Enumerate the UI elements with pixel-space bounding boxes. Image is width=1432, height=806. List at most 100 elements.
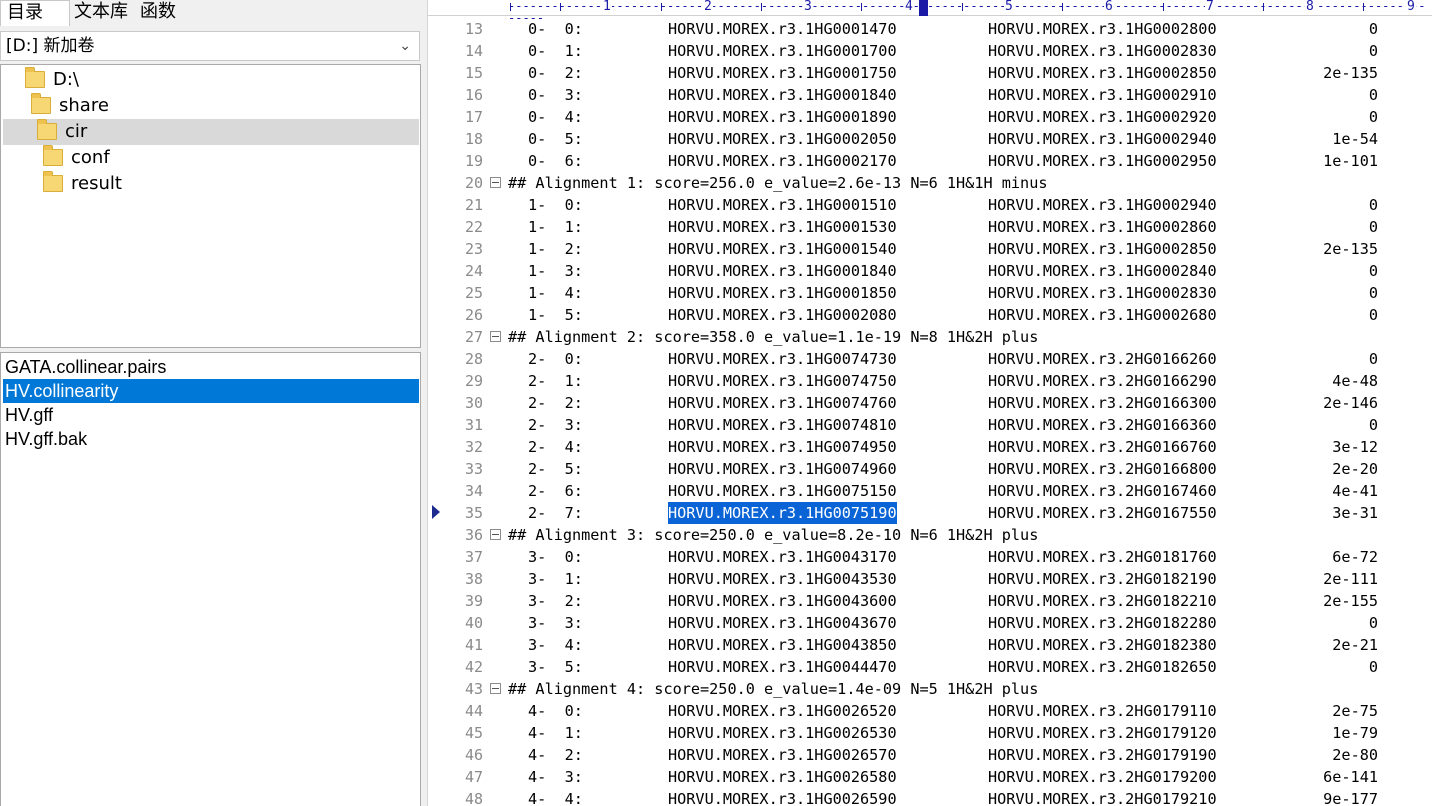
- collinearity-row[interactable]: 24 1- 3: HORVU.MOREX.r3.1HG0001840 HORVU.MO…: [428, 260, 1432, 282]
- e-value: 2e-80: [1332, 746, 1378, 764]
- line-number: 20: [464, 174, 483, 192]
- collinearity-row[interactable]: 14 0- 1: HORVU.MOREX.r3.1HG0001700 HORVU.MO…: [428, 40, 1432, 62]
- e-value: 0: [1368, 20, 1378, 38]
- tree-node-result[interactable]: result: [3, 171, 419, 197]
- chevron-down-icon[interactable]: ⌄: [399, 32, 411, 60]
- block-index: 0- 1:: [528, 42, 583, 60]
- ruler-tick: [510, 3, 511, 11]
- file-list[interactable]: GATA.collinear.pairs HV.collinearity HV.…: [0, 352, 421, 806]
- collinearity-row[interactable]: 18 0- 5: HORVU.MOREX.r3.1HG0002050 HORVU.MO…: [428, 128, 1432, 150]
- collinearity-row[interactable]: 47 4- 3: HORVU.MOREX.r3.1HG0026580 HORVU.MO…: [428, 766, 1432, 788]
- collinearity-row[interactable]: 15 0- 2: HORVU.MOREX.r3.1HG0001750 HORVU.MO…: [428, 62, 1432, 84]
- collinearity-row[interactable]: 21 1- 0: HORVU.MOREX.r3.1HG0001510 HORVU.MO…: [428, 194, 1432, 216]
- current-line-marker-icon: [432, 505, 440, 519]
- line-number: 28: [464, 350, 483, 368]
- block-index: 3- 5:: [528, 658, 583, 676]
- gene-id-2: HORVU.MOREX.r3.2HG0179110: [988, 702, 1217, 720]
- gene-id-2: HORVU.MOREX.r3.2HG0166800: [988, 460, 1217, 478]
- line-number: 26: [464, 306, 483, 324]
- fold-collapse-icon[interactable]: [490, 177, 501, 188]
- line-number: 17: [464, 108, 483, 126]
- gene-id-2: HORVU.MOREX.r3.1HG0002850: [988, 64, 1217, 82]
- line-number: 23: [464, 240, 483, 258]
- tab-text-library[interactable]: 文本库: [68, 0, 134, 26]
- tab-directory[interactable]: 目录: [0, 0, 70, 26]
- file-item[interactable]: GATA.collinear.pairs: [3, 355, 419, 379]
- block-index: 2- 6:: [528, 482, 583, 500]
- collinearity-row[interactable]: 19 0- 6: HORVU.MOREX.r3.1HG0002170 HORVU.MO…: [428, 150, 1432, 172]
- block-index: 3- 3:: [528, 614, 583, 632]
- collinearity-row[interactable]: 44 4- 0: HORVU.MOREX.r3.1HG0026520 HORVU.MO…: [428, 700, 1432, 722]
- file-item-selected[interactable]: HV.collinearity: [3, 379, 419, 403]
- block-index: 2- 0:: [528, 350, 583, 368]
- collinearity-row[interactable]: 29 2- 1: HORVU.MOREX.r3.1HG0074750 HORVU.MO…: [428, 370, 1432, 392]
- collinearity-row[interactable]: 13 0- 0: HORVU.MOREX.r3.1HG0001470 HORVU.MO…: [428, 18, 1432, 40]
- tree-node-d-drive[interactable]: D:\: [3, 67, 419, 93]
- line-number: 21: [464, 196, 483, 214]
- collinearity-row[interactable]: 22 1- 1: HORVU.MOREX.r3.1HG0001530 HORVU.MO…: [428, 216, 1432, 238]
- gene-id-2: HORVU.MOREX.r3.1HG0002940: [988, 130, 1217, 148]
- collinearity-row[interactable]: 42 3- 5: HORVU.MOREX.r3.1HG0044470 HORVU.MO…: [428, 656, 1432, 678]
- collinearity-row[interactable]: 45 4- 1: HORVU.MOREX.r3.1HG0026530 HORVU.MO…: [428, 722, 1432, 744]
- collinearity-row[interactable]: 17 0- 4: HORVU.MOREX.r3.1HG0001890 HORVU.MO…: [428, 106, 1432, 128]
- collinearity-row[interactable]: 32 2- 4: HORVU.MOREX.r3.1HG0074950 HORVU.MO…: [428, 436, 1432, 458]
- collinearity-row[interactable]: 37 3- 0: HORVU.MOREX.r3.1HG0043170 HORVU.MO…: [428, 546, 1432, 568]
- e-value: 0: [1368, 86, 1378, 104]
- gene-id-2: HORVU.MOREX.r3.1HG0002680: [988, 306, 1217, 324]
- fold-collapse-icon[interactable]: [490, 331, 501, 342]
- gene-id-1: HORVU.MOREX.r3.1HG0001510: [668, 196, 897, 214]
- gene-id-1: HORVU.MOREX.r3.1HG0043670: [668, 614, 897, 632]
- gene-id-2: HORVU.MOREX.r3.2HG0179190: [988, 746, 1217, 764]
- collinearity-row[interactable]: 39 3- 2: HORVU.MOREX.r3.1HG0043600 HORVU.MO…: [428, 590, 1432, 612]
- collinearity-row[interactable]: 25 1- 4: HORVU.MOREX.r3.1HG0001850 HORVU.MO…: [428, 282, 1432, 304]
- tab-functions[interactable]: 函数: [134, 0, 196, 26]
- gene-id-2: HORVU.MOREX.r3.1HG0002920: [988, 108, 1217, 126]
- e-value: 2e-135: [1323, 64, 1378, 82]
- collinearity-row[interactable]: 35 2- 7: HORVU.MOREX.r3.1HG0075190 HORVU.MO…: [428, 502, 1432, 524]
- collinearity-row[interactable]: 16 0- 3: HORVU.MOREX.r3.1HG0001840 HORVU.MO…: [428, 84, 1432, 106]
- fold-collapse-icon[interactable]: [490, 529, 501, 540]
- collinearity-row[interactable]: 33 2- 5: HORVU.MOREX.r3.1HG0074960 HORVU.MO…: [428, 458, 1432, 480]
- line-number: 18: [464, 130, 483, 148]
- gene-id-1: HORVU.MOREX.r3.1HG0043600: [668, 592, 897, 610]
- alignment-header-line[interactable]: 43 ## Alignment 4: score=250.0 e_value=1.…: [428, 678, 1432, 700]
- fold-collapse-icon[interactable]: [490, 683, 501, 694]
- drive-select[interactable]: [D:] 新加卷 ⌄: [0, 31, 420, 61]
- collinearity-row[interactable]: 41 3- 4: HORVU.MOREX.r3.1HG0043850 HORVU.MO…: [428, 634, 1432, 656]
- tree-node-cir[interactable]: cir: [3, 119, 419, 145]
- e-value: 0: [1368, 108, 1378, 126]
- tree-node-share[interactable]: share: [3, 93, 419, 119]
- gene-id-1: HORVU.MOREX.r3.1HG0001840: [668, 262, 897, 280]
- line-number: 40: [464, 614, 483, 632]
- e-value: 6e-72: [1332, 548, 1378, 566]
- file-item[interactable]: HV.gff.bak: [3, 427, 419, 451]
- collinearity-row[interactable]: 46 4- 2: HORVU.MOREX.r3.1HG0026570 HORVU.MO…: [428, 744, 1432, 766]
- alignment-header-line[interactable]: 36 ## Alignment 3: score=250.0 e_value=8.…: [428, 524, 1432, 546]
- line-number: 45: [464, 724, 483, 742]
- folder-tree[interactable]: D:\ share cir conf result: [0, 64, 421, 348]
- text-editor[interactable]: ----------------------------------------…: [428, 0, 1432, 806]
- alignment-header-line[interactable]: 20 ## Alignment 1: score=256.0 e_value=2.…: [428, 172, 1432, 194]
- line-number: 19: [464, 152, 483, 170]
- block-index: 1- 4:: [528, 284, 583, 302]
- collinearity-row[interactable]: 48 4- 4: HORVU.MOREX.r3.1HG0026590 HORVU.MO…: [428, 788, 1432, 806]
- line-number: 29: [464, 372, 483, 390]
- tree-node-conf[interactable]: conf: [3, 145, 419, 171]
- gene-id-2: HORVU.MOREX.r3.1HG0002850: [988, 240, 1217, 258]
- collinearity-row[interactable]: 34 2- 6: HORVU.MOREX.r3.1HG0075150 HORVU.MO…: [428, 480, 1432, 502]
- ruler-tick: [1363, 3, 1364, 11]
- collinearity-row[interactable]: 26 1- 5: HORVU.MOREX.r3.1HG0002080 HORVU.MO…: [428, 304, 1432, 326]
- collinearity-row[interactable]: 30 2- 2: HORVU.MOREX.r3.1HG0074760 HORVU.MO…: [428, 392, 1432, 414]
- column-ruler: ----------------------------------------…: [428, 0, 1432, 24]
- block-index: 2- 5:: [528, 460, 583, 478]
- collinearity-row[interactable]: 23 1- 2: HORVU.MOREX.r3.1HG0001540 HORVU.MO…: [428, 238, 1432, 260]
- collinearity-row[interactable]: 40 3- 3: HORVU.MOREX.r3.1HG0043670 HORVU.MO…: [428, 612, 1432, 634]
- collinearity-row[interactable]: 28 2- 0: HORVU.MOREX.r3.1HG0074730 HORVU.MO…: [428, 348, 1432, 370]
- file-item[interactable]: HV.gff: [3, 403, 419, 427]
- ruler-tick: [1062, 3, 1063, 11]
- alignment-header-line[interactable]: 27 ## Alignment 2: score=358.0 e_value=1.…: [428, 326, 1432, 348]
- alignment-header-text: ## Alignment 3: score=250.0 e_value=8.2e…: [508, 526, 1039, 544]
- collinearity-row[interactable]: 31 2- 3: HORVU.MOREX.r3.1HG0074810 HORVU.MO…: [428, 414, 1432, 436]
- collinearity-row[interactable]: 38 3- 1: HORVU.MOREX.r3.1HG0043530 HORVU.MO…: [428, 568, 1432, 590]
- block-index: 2- 2:: [528, 394, 583, 412]
